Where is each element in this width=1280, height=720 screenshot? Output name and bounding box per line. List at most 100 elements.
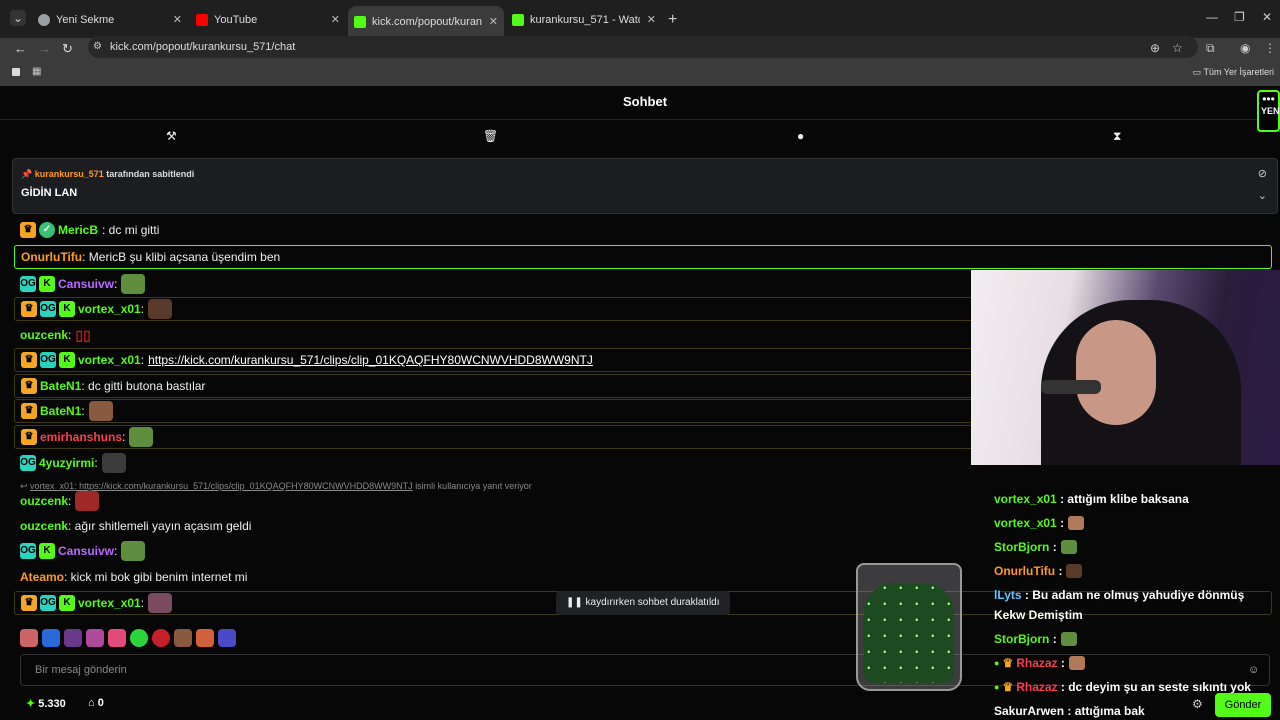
trash-icon[interactable]: 🗑 <box>483 129 498 143</box>
mod-toolbar: ⚒ 🗑 ● ⧗ <box>0 121 1280 151</box>
pinned-header: 📌 kurankursu_571 tarafından sabitlendi <box>21 169 194 180</box>
back-icon[interactable]: ← <box>14 41 27 56</box>
menu-kebab-icon[interactable]: ⋮ <box>1264 41 1276 55</box>
chat-username[interactable]: vortex_x01 <box>78 353 141 367</box>
chat-username[interactable]: vortex_x01 <box>78 596 141 610</box>
chat-username[interactable]: ouzcenk <box>20 494 68 508</box>
chat-username[interactable]: vortex_x01 <box>78 302 141 316</box>
reload-icon[interactable]: ↻ <box>62 41 73 57</box>
tab-kick-clips[interactable]: kurankursu_571 - Watch clips o ✕ <box>506 8 662 32</box>
paused-label: kaydırırken sohbet duraklatıldı <box>585 597 720 608</box>
crown-badge-icon: ♛ <box>1002 680 1014 694</box>
hide-eye-icon[interactable]: ⊘ <box>1258 167 1267 180</box>
close-icon[interactable]: ✕ <box>489 15 498 28</box>
tab-kick-popout[interactable]: kick.com/popout/kurankursu_5 ✕ <box>348 6 504 38</box>
crown-badge-icon: ♛ <box>21 429 37 445</box>
more-dots-icon: ••• <box>1262 92 1275 106</box>
new-tab-plus-icon[interactable]: + <box>668 11 677 29</box>
emoji-picker-icon[interactable]: ☺ <box>1248 664 1259 676</box>
emote-icon[interactable] <box>174 629 192 647</box>
webcam-overlay <box>971 270 1280 465</box>
chat-text: : <box>68 494 72 508</box>
chat-bubble-icon[interactable]: ● <box>797 129 804 143</box>
overlay-username: StorBjorn <box>994 632 1050 646</box>
chat-username[interactable]: Cansuivw <box>58 277 114 291</box>
pinned-by-user[interactable]: kurankursu_571 <box>35 169 104 179</box>
hourglass-icon[interactable]: ⧗ <box>1113 129 1121 144</box>
profile-icon[interactable]: ◉ <box>1240 41 1250 55</box>
ban-hammer-icon[interactable]: ⚒ <box>166 129 177 143</box>
site-info-icon[interactable]: ⚙ <box>93 41 102 52</box>
chat-username[interactable]: MericB <box>58 223 98 237</box>
close-icon[interactable]: ✕ <box>331 13 340 26</box>
chat-text: : <box>140 596 145 610</box>
clip-link[interactable]: https://kick.com/kurankursu_571/clips/cl… <box>148 353 593 367</box>
gear-icon[interactable]: ⚙ <box>1192 697 1203 711</box>
kick-badge-icon: K <box>59 301 75 317</box>
extensions-icon[interactable]: ⧉ <box>1206 41 1215 56</box>
emote-icon[interactable] <box>196 629 214 647</box>
emote-icon[interactable] <box>218 629 236 647</box>
overlay-username: OnurluTifu <box>994 564 1056 578</box>
overlay-chat-line: ● ♛ Rhazaz : dc deyim şu an seste sıkıntı … <box>994 680 1251 694</box>
channel-points[interactable]: ✦ 5.330 <box>26 697 66 710</box>
chat-username[interactable]: 4yuzyirmi <box>39 456 94 470</box>
tab-search-chevron-icon[interactable]: ⌄ <box>10 10 26 26</box>
url-field[interactable]: kick.com/popout/kurankursu_571/chat <box>88 36 1198 58</box>
overlay-chat-line: vortex_x01 : <box>994 516 1085 530</box>
zoom-icon[interactable]: ⊕ <box>1150 41 1160 55</box>
kick-coin-jar <box>856 563 962 691</box>
emote-icon[interactable] <box>86 629 104 647</box>
emote-icon[interactable] <box>108 629 126 647</box>
chat-username[interactable]: Ateamo <box>20 570 64 584</box>
crown-badge-icon: ♛ <box>1002 656 1014 670</box>
overlay-text: : Bu adam ne olmuş yahudiye dönmüş <box>1024 588 1245 602</box>
minimize-icon[interactable]: — <box>1206 10 1218 24</box>
emote-icon[interactable] <box>130 629 148 647</box>
page-icon[interactable] <box>12 68 20 76</box>
send-button[interactable]: Gönder <box>1215 693 1271 717</box>
apps-grid-icon[interactable]: ▦ <box>32 66 41 77</box>
window-close-icon[interactable]: ✕ <box>1262 10 1272 24</box>
forward-icon[interactable]: → <box>38 41 51 56</box>
chat-text: : kick mi bok gibi benim internet mi <box>64 570 248 584</box>
store-button[interactable]: ⌂ 0 <box>88 697 104 709</box>
emote-icon[interactable] <box>64 629 82 647</box>
pepe-emote-icon <box>121 274 146 294</box>
close-icon[interactable]: ✕ <box>647 13 656 26</box>
chat-username[interactable]: ouzcenk <box>20 328 68 342</box>
chat-text: : <box>140 353 145 367</box>
chat-message: OG K Cansuivw : <box>14 539 1272 563</box>
restore-icon[interactable]: ❐ <box>1234 10 1245 24</box>
kick-badge-icon: K <box>59 352 75 368</box>
chat-username[interactable]: Cansuivw <box>58 544 114 558</box>
laugh-emote-icon <box>75 491 100 511</box>
chat-username[interactable]: OnurluTifu <box>21 250 82 264</box>
chat-username[interactable]: ouzcenk <box>20 519 68 533</box>
emote-icon[interactable] <box>42 629 60 647</box>
youtube-icon <box>196 14 208 26</box>
chat-title: Sohbet <box>0 86 1280 120</box>
pinned-text: GİDİN LAN <box>21 187 78 199</box>
chevron-down-icon[interactable]: ⌄ <box>1258 189 1267 202</box>
chat-paused-notice[interactable]: ❚❚ kaydırırken sohbet duraklatıldı <box>556 591 730 615</box>
tab-youtube[interactable]: YouTube ✕ <box>190 8 346 32</box>
chat-username[interactable]: BateN1 <box>40 404 81 418</box>
bookmark-star-icon[interactable]: ☆ <box>1172 41 1183 55</box>
chat-username[interactable]: emirhanshuns <box>40 430 122 444</box>
all-bookmarks-link[interactable]: ▭ Tüm Yer İşaretleri <box>1193 67 1274 78</box>
kick-badge-icon: K <box>39 276 55 292</box>
overlay-username: Rhazaz <box>1016 680 1058 694</box>
tab-yeni-sekme[interactable]: Yeni Sekme ✕ <box>32 8 188 32</box>
chat-username[interactable]: BateN1 <box>40 379 81 393</box>
overlay-chat-line: vortex_x01 : attığım klibe baksana <box>994 492 1189 506</box>
overlay-username: StorBjorn <box>994 540 1050 554</box>
overlay-text: : <box>1052 540 1057 554</box>
close-icon[interactable]: ✕ <box>173 13 182 26</box>
browser-tab-bar: ⌄ Yeni Sekme ✕ YouTube ✕ kick.com/popout… <box>0 0 1280 38</box>
overlay-text: : <box>1058 564 1063 578</box>
emote-icon[interactable] <box>20 629 38 647</box>
address-bar-row: ← → ↻ kick.com/popout/kurankursu_571/cha… <box>0 36 1280 60</box>
emote-icon[interactable] <box>152 629 170 647</box>
pepe-emote-icon <box>1060 632 1077 646</box>
